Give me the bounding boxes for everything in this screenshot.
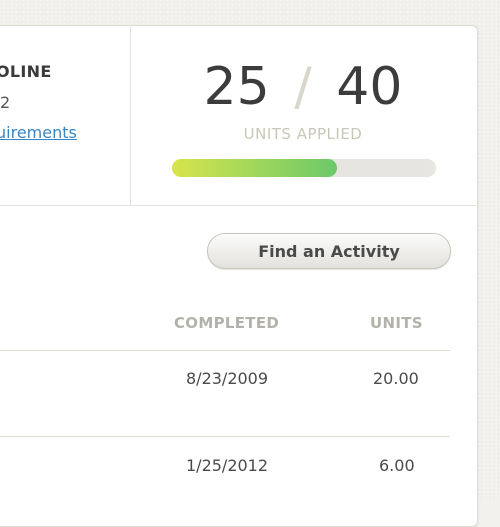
table-row-2-completed: 1/25/2012 xyxy=(186,456,269,475)
units-applied-label: UNITS APPLIED xyxy=(243,125,363,143)
table-row-1-completed: 8/23/2009 xyxy=(186,369,269,388)
table-row-divider xyxy=(0,436,450,437)
units-separator: / xyxy=(294,57,312,117)
status-subtitle: 2 xyxy=(0,93,11,112)
units-counter: 25 / 40 xyxy=(130,55,476,119)
units-progress-bar xyxy=(172,159,436,177)
table-row-2-units: 6.00 xyxy=(379,456,415,475)
units-progress-fill xyxy=(172,159,337,177)
section-divider xyxy=(0,205,476,206)
units-required-value: 40 xyxy=(336,57,403,117)
find-activity-button[interactable]: Find an Activity xyxy=(207,233,451,269)
requirements-link[interactable]: uirements xyxy=(0,123,77,142)
column-header-completed[interactable]: COMPLETED xyxy=(174,314,279,332)
units-applied-value: 25 xyxy=(203,57,270,117)
status-title: OLINE xyxy=(0,62,52,81)
table-row-1-units: 20.00 xyxy=(373,369,419,388)
column-header-units[interactable]: UNITS xyxy=(370,314,423,332)
table-header-divider xyxy=(0,350,450,351)
